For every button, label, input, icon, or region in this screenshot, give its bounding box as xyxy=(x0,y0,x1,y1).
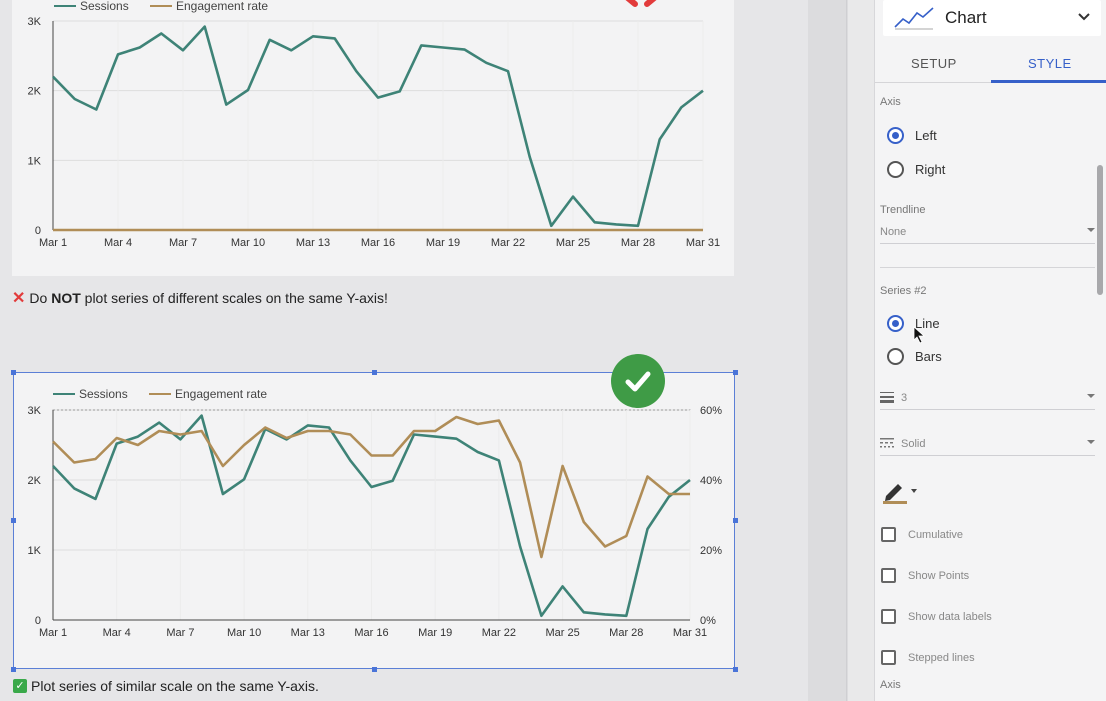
axis-right-radio[interactable]: Right xyxy=(887,161,945,178)
y2-tick-label: 0% xyxy=(700,615,716,627)
checkbox-icon xyxy=(881,650,896,665)
chart-similar-scales[interactable]: Sessions Engagement rate 0 1K 2K 3K 0% 20% 40% 60… xyxy=(13,372,735,669)
resize-handle[interactable] xyxy=(733,518,738,523)
y-tick-label: 2K xyxy=(28,86,42,98)
axis-left-radio[interactable]: Left xyxy=(887,127,937,144)
x-tick-label: Mar 28 xyxy=(609,627,643,639)
cumulative-checkbox[interactable]: Cumulative xyxy=(881,527,963,542)
x-tick-label: Mar 13 xyxy=(296,237,330,249)
x-tick-label: Mar 19 xyxy=(426,237,460,249)
cross-icon: ✕ xyxy=(12,290,26,307)
resize-handle[interactable] xyxy=(733,370,738,375)
y-tick-label: 0 xyxy=(35,615,41,627)
y-tick-label: 2K xyxy=(28,475,42,487)
resize-handle[interactable] xyxy=(11,518,16,523)
pencil-icon xyxy=(883,484,917,504)
trendline-label: Trendline xyxy=(880,204,926,216)
radio-selected-icon xyxy=(887,127,904,144)
x-tick-label: Mar 16 xyxy=(361,237,395,249)
check-icon: ✓ xyxy=(13,679,27,693)
divider xyxy=(880,267,1095,268)
x-tick-label: Mar 7 xyxy=(169,237,197,249)
series-label: Series #2 xyxy=(880,285,927,297)
chart2-svg: Sessions Engagement rate 0 1K 2K 3K 0% 20% 40% 60… xyxy=(28,387,723,639)
stepped-lines-checkbox[interactable]: Stepped lines xyxy=(881,650,975,665)
caption-bad: ✕ Do NOT plot series of different scales… xyxy=(12,290,388,307)
resize-handle[interactable] xyxy=(372,667,377,672)
checkbox-icon xyxy=(881,568,896,583)
chart-different-scales[interactable]: Sessions Engagement rate 0 1K 2K 3K Mar 1 Mar 4… xyxy=(12,0,734,276)
panel-scrollbar[interactable] xyxy=(1097,165,1103,295)
trendline-dropdown[interactable]: None xyxy=(880,221,1095,244)
y-tick-label: 1K xyxy=(28,155,42,167)
resize-handle[interactable] xyxy=(11,667,16,672)
x-tick-label: Mar 25 xyxy=(556,237,590,249)
tab-style[interactable]: STYLE xyxy=(1028,56,1072,71)
legend-label: Sessions xyxy=(79,387,128,401)
x-tick-label: Mar 13 xyxy=(291,627,325,639)
mouse-cursor-icon xyxy=(913,326,925,344)
x-tick-label: Mar 7 xyxy=(166,627,194,639)
line-weight-icon xyxy=(880,391,894,406)
y-tick-label: 3K xyxy=(28,405,42,417)
dropdown-arrow-icon xyxy=(1087,394,1095,398)
show-data-labels-checkbox[interactable]: Show data labels xyxy=(881,609,992,624)
chart-type-selector[interactable]: Chart xyxy=(883,0,1101,36)
chart1-svg: Sessions Engagement rate 0 1K 2K 3K Mar 1 Mar 4… xyxy=(28,0,721,249)
resize-handle[interactable] xyxy=(733,667,738,672)
dropdown-arrow-icon xyxy=(1087,440,1095,444)
x-tick-label: Mar 10 xyxy=(227,627,261,639)
radio-selected-icon xyxy=(887,315,904,332)
resize-handle[interactable] xyxy=(372,370,377,375)
x-tick-label: Mar 19 xyxy=(418,627,452,639)
checkbox-icon xyxy=(881,609,896,624)
radio-icon xyxy=(887,348,904,365)
canvas-gutter xyxy=(808,0,848,701)
axis-label-bottom: Axis xyxy=(880,679,901,691)
x-tick-label: Mar 1 xyxy=(39,237,67,249)
y-tick-label: 0 xyxy=(35,225,41,237)
x-tick-label: Mar 1 xyxy=(39,627,67,639)
legend-label: Engagement rate xyxy=(176,0,268,13)
y2-tick-label: 20% xyxy=(700,545,722,557)
line-weight-dropdown[interactable]: 3 xyxy=(880,387,1095,410)
x-tick-label: Mar 31 xyxy=(686,237,720,249)
check-badge-icon xyxy=(611,354,665,408)
legend-label: Sessions xyxy=(80,0,129,13)
x-tick-label: Mar 25 xyxy=(545,627,579,639)
panel-tabs: SETUP STYLE xyxy=(875,48,1106,83)
x-tick-label: Mar 4 xyxy=(103,627,131,639)
y-tick-label: 1K xyxy=(28,545,42,557)
tab-setup[interactable]: SETUP xyxy=(911,56,957,71)
line-style-dropdown[interactable]: Solid xyxy=(880,433,1095,456)
x-tick-label: Mar 16 xyxy=(354,627,388,639)
y2-tick-label: 40% xyxy=(700,475,722,487)
series-bars-radio[interactable]: Bars xyxy=(887,348,942,365)
chevron-down-icon xyxy=(1078,13,1090,21)
resize-handle[interactable] xyxy=(11,370,16,375)
tab-active-indicator xyxy=(991,80,1106,83)
x-tick-label: Mar 28 xyxy=(621,237,655,249)
chart-type-label: Chart xyxy=(945,8,987,27)
line-color-picker[interactable] xyxy=(881,480,921,509)
properties-panel: Chart SETUP STYLE Axis Left Right Trendl… xyxy=(874,0,1106,701)
x-tick-label: Mar 10 xyxy=(231,237,265,249)
x-tick-label: Mar 31 xyxy=(673,627,707,639)
x-tick-label: Mar 22 xyxy=(491,237,525,249)
y2-tick-label: 60% xyxy=(700,405,722,417)
line-chart-icon xyxy=(894,7,934,30)
x-tick-label: Mar 4 xyxy=(104,237,132,249)
line-style-icon xyxy=(880,437,894,452)
checkbox-icon xyxy=(881,527,896,542)
axis-label: Axis xyxy=(880,96,901,108)
radio-icon xyxy=(887,161,904,178)
dropdown-arrow-icon xyxy=(1087,228,1095,232)
y-tick-label: 3K xyxy=(28,16,42,28)
caption-good: ✓ Plot series of similar scale on the sa… xyxy=(13,678,319,694)
x-tick-label: Mar 22 xyxy=(482,627,516,639)
show-points-checkbox[interactable]: Show Points xyxy=(881,568,969,583)
cross-badge-icon xyxy=(617,0,665,8)
legend-label: Engagement rate xyxy=(175,387,267,401)
divider xyxy=(846,0,847,701)
